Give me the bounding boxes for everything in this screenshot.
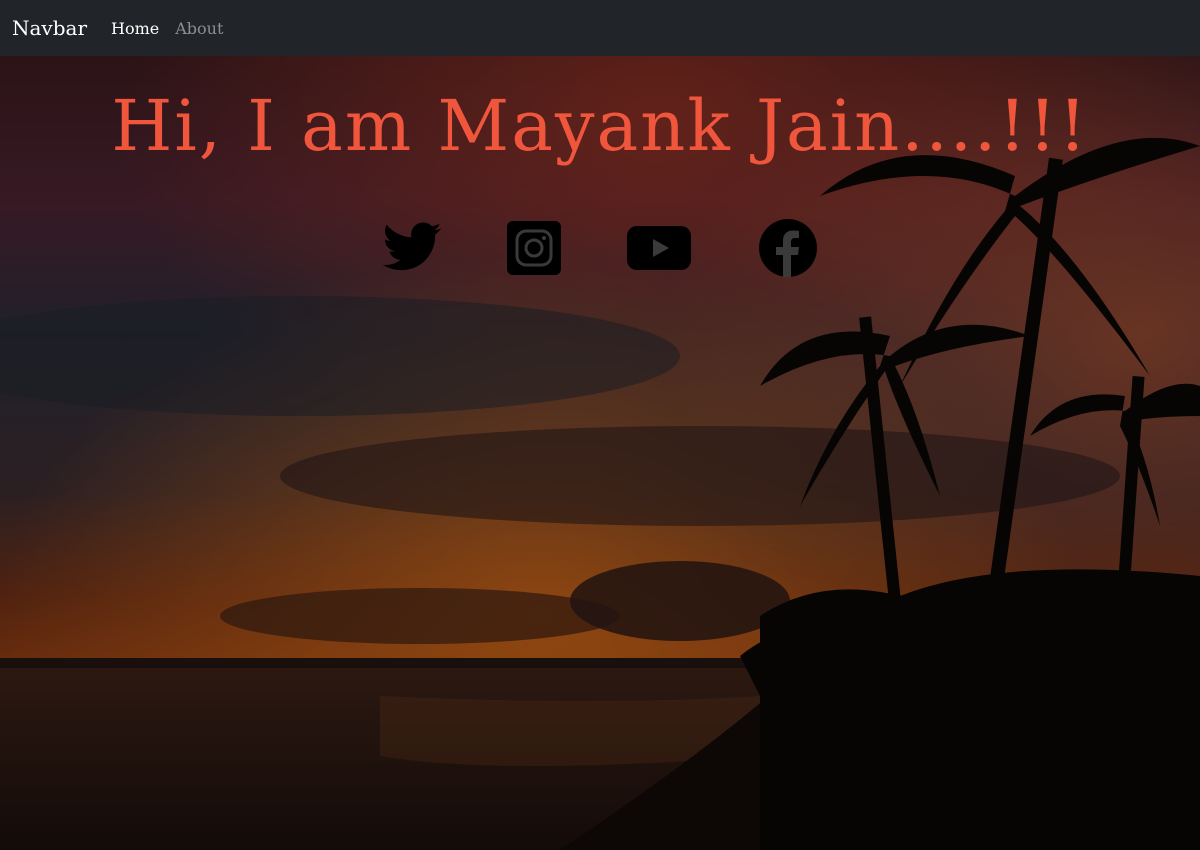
navbar-brand[interactable]: Navbar bbox=[12, 16, 87, 40]
hero-headline: Hi, I am Mayank Jain....!!! bbox=[111, 85, 1089, 167]
facebook-link[interactable] bbox=[756, 216, 820, 280]
youtube-link[interactable] bbox=[627, 216, 691, 280]
social-links bbox=[0, 216, 1200, 280]
instagram-link[interactable] bbox=[502, 216, 566, 280]
twitter-link[interactable] bbox=[380, 216, 444, 280]
nav-link-home[interactable]: Home bbox=[111, 19, 159, 38]
nav-link-about[interactable]: About bbox=[175, 19, 223, 38]
sunset-background-image bbox=[0, 56, 1200, 850]
hero-section: Hi, I am Mayank Jain....!!! bbox=[0, 56, 1200, 850]
facebook-icon bbox=[759, 219, 817, 277]
instagram-icon bbox=[507, 221, 561, 275]
navbar: Navbar Home About bbox=[0, 0, 1200, 56]
youtube-icon bbox=[627, 226, 691, 270]
twitter-icon bbox=[382, 222, 442, 271]
